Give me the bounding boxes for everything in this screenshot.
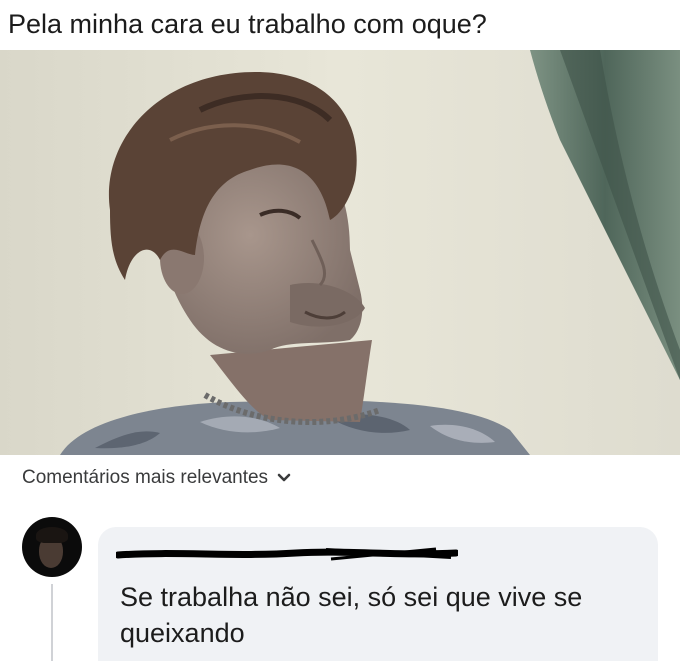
comment-bubble: Se trabalha não sei, só sei que vive se … — [98, 527, 658, 661]
comment-text: Se trabalha não sei, só sei que vive se … — [120, 582, 583, 648]
selfie-photo-illustration — [0, 50, 680, 455]
chevron-down-icon — [276, 470, 292, 486]
post-text: Pela minha cara eu trabalho com oque? — [8, 9, 487, 39]
thread-line — [51, 584, 53, 661]
post-photo[interactable] — [0, 50, 680, 455]
comment-author[interactable] — [116, 541, 458, 563]
comment-filter-label: Comentários mais relevantes — [22, 467, 269, 488]
avatar[interactable] — [22, 517, 82, 577]
redaction-scribble — [116, 547, 458, 561]
comment-filter-dropdown[interactable]: Comentários mais relevantes — [22, 463, 292, 493]
avatar-hair — [36, 527, 68, 543]
